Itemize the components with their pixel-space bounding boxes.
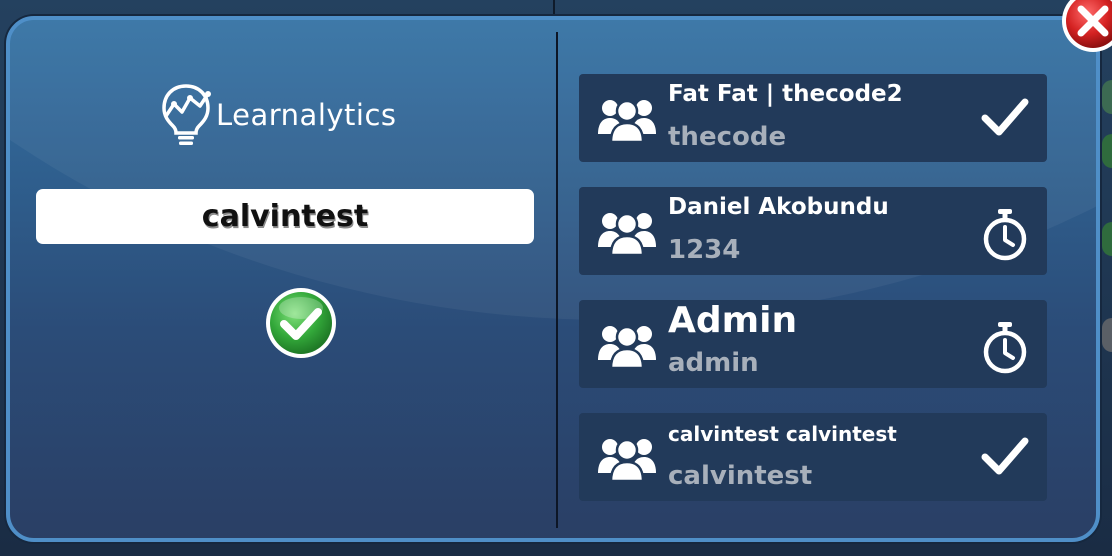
background-element	[1102, 134, 1112, 168]
logo: Learnalytics	[160, 80, 397, 150]
background-element	[1102, 318, 1112, 352]
background-element	[1102, 222, 1112, 256]
logo-text: Learnalytics	[216, 98, 397, 132]
close-icon	[1062, 0, 1112, 52]
users-group-icon	[598, 438, 656, 481]
list-item[interactable]: calvintest calvintest calvintest	[579, 413, 1047, 501]
list-item[interactable]: Daniel Akobundu 1234	[579, 187, 1047, 275]
user-name: calvintest calvintest	[668, 422, 897, 446]
stopwatch-icon	[983, 209, 1027, 261]
users-group-icon	[598, 212, 656, 255]
green-check-badge-icon[interactable]	[264, 286, 338, 364]
stopwatch-icon	[983, 322, 1027, 374]
user-code: thecode	[668, 122, 787, 152]
user-name: Daniel Akobundu	[668, 194, 889, 220]
user-code: admin	[668, 348, 759, 378]
user-select-dialog: Learnalytics calvintest Fat Fat | thecod…	[6, 16, 1100, 542]
list-item[interactable]: Fat Fat | thecode2 thecode	[579, 74, 1047, 162]
user-code: 1234	[668, 235, 741, 265]
background-element	[1102, 80, 1112, 114]
close-button[interactable]	[1060, 0, 1112, 58]
checkmark-icon	[981, 437, 1029, 475]
user-name: Admin	[668, 300, 798, 341]
users-group-icon	[598, 99, 656, 142]
vertical-divider	[556, 32, 558, 528]
background-divider	[553, 0, 555, 14]
selected-user-field[interactable]: calvintest	[36, 189, 534, 244]
checkmark-icon	[981, 98, 1029, 136]
lightbulb-analytics-icon	[162, 84, 211, 145]
users-group-icon	[598, 325, 656, 368]
user-code: calvintest	[668, 461, 813, 491]
list-item[interactable]: Admin admin	[579, 300, 1047, 388]
user-name: Fat Fat | thecode2	[668, 81, 903, 107]
selected-user-name: calvintest	[201, 199, 369, 234]
